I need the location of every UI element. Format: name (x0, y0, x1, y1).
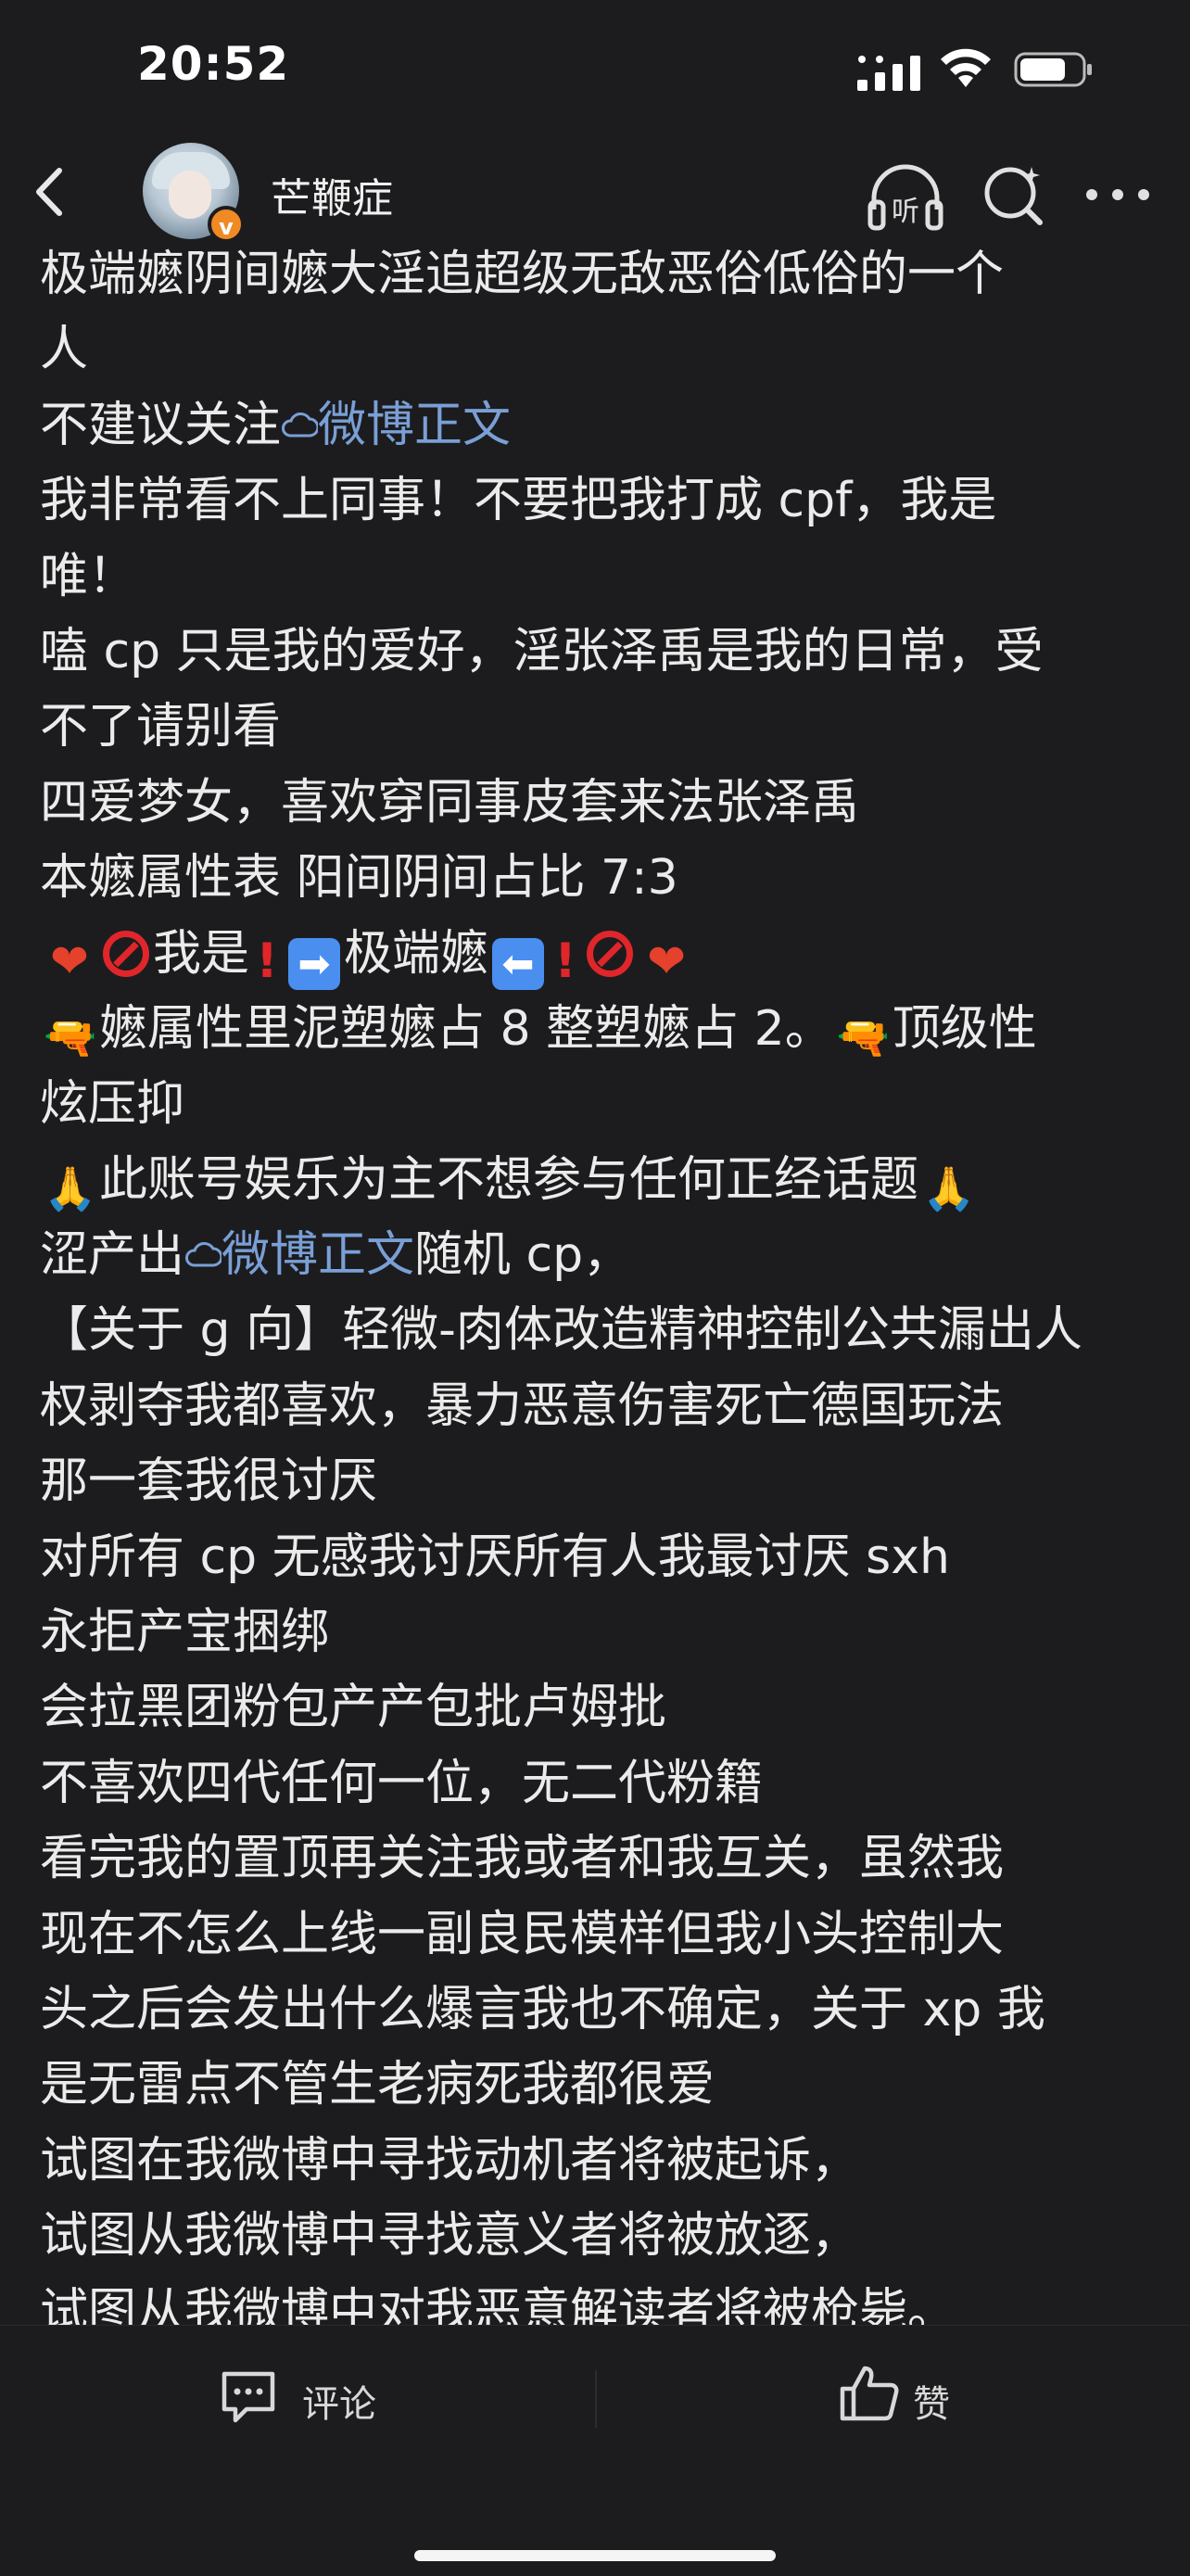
heart-on-fire-icon: ❤ (50, 933, 89, 988)
post-text: 随机 cp， (414, 1227, 632, 1284)
comment-bubble-icon (222, 2371, 275, 2423)
post-line: 是无雷点不管生老病死我都很爱 (40, 2057, 715, 2113)
post-text: 顶级性 (892, 1000, 1037, 1057)
post-line: 🔫嬷属性里泥塑嬷占 8 整塑嬷占 2。🔫顶级性 (40, 992, 1161, 1067)
status-bar: 20:52 (0, 0, 1190, 139)
exclamation-icon: ! (256, 933, 278, 989)
thumbs-up-icon (840, 2366, 899, 2421)
search-icon[interactable] (981, 161, 1047, 228)
exclamation-icon: ! (554, 933, 576, 989)
water-pistol-icon: 🔫 (836, 1011, 891, 1062)
post-line: 炫压抑 (40, 1076, 185, 1133)
cellular-signal-icon (857, 56, 920, 91)
post-text: 此账号娱乐为主不想参与任何正经话题 (99, 1151, 919, 1208)
status-time: 20:52 (137, 37, 290, 91)
weibo-article-link[interactable]: 微博正文 (184, 1227, 414, 1283)
post-line: 永拒产宝捆绑 (40, 1605, 330, 1661)
post-line: 【关于 g 向】轻微-肉体改造精神控制公共漏出人 (40, 1302, 1082, 1359)
battery-icon (1014, 52, 1092, 87)
post-line: 不了请别看 (40, 699, 282, 755)
wifi-icon (941, 48, 991, 87)
post-line: 现在不怎么上线一副良民模样但我小头控制大 (40, 1906, 1005, 1962)
post-line: 嗑 cp 只是我的爱好，淫张泽禹是我的日常，受 (40, 623, 1044, 679)
water-pistol-icon: 🔫 (44, 1011, 97, 1062)
post-line: ❤ 我是! ➡ 极端嬷 ⬅! ❤ (40, 917, 1161, 992)
post-line: 头之后会发出什么爆言我也不确定，关于 xp 我 (40, 1981, 1045, 2037)
home-indicator[interactable] (414, 2550, 776, 2561)
weibo-article-link-label: 微博正文 (318, 397, 512, 453)
post-line: 试图从我微博中寻找意义者将被放逐， (40, 2208, 860, 2265)
top-nav-bar: v 芒鞭症 听 (0, 139, 1190, 250)
post-line: 对所有 cp 无感我讨厌所有人我最讨厌 sxh (40, 1529, 951, 1585)
username[interactable]: 芒鞭症 (271, 165, 393, 224)
post-text: 嬷属性里泥塑嬷占 8 整塑嬷占 2。 (99, 1000, 833, 1057)
weibo-article-link[interactable]: 微博正文 (281, 398, 511, 453)
like-label: 赞 (913, 2383, 950, 2426)
listen-label: 听 (892, 196, 919, 228)
praying-hands-icon: 🙏 (44, 1162, 97, 1213)
post-line: 🙏此账号娱乐为主不想参与任何正经话题🙏 (40, 1143, 1161, 1218)
divider (595, 2370, 597, 2428)
headphones-listen-icon[interactable]: 听 (867, 161, 944, 232)
post-line: 看完我的置顶再关注我或者和我互关，虽然我 (40, 1831, 1005, 1887)
post-text: 我是 (153, 925, 250, 982)
post-text: 不建议关注 (40, 397, 282, 453)
bottom-action-bar: 评论 赞 (0, 2325, 1190, 2576)
post-line: 人 (40, 322, 89, 378)
no-entry-icon (103, 930, 149, 977)
post-line: 不建议关注 微博正文 (40, 388, 1161, 463)
post-text: 极端嬷 (344, 925, 489, 982)
weibo-cloud-icon (185, 1242, 222, 1267)
arrow-right-icon: ➡ (288, 937, 341, 990)
heart-on-fire-icon: ❤ (647, 933, 686, 988)
post-text: 涩产出 (40, 1227, 185, 1284)
post-line: 权剥夺我都喜欢，暴力恶意伤害死亡德国玩法 (40, 1377, 1005, 1434)
post-line: 试图在我微博中寻找动机者将被起诉， (40, 2132, 860, 2189)
more-dots-icon[interactable] (1082, 185, 1153, 204)
post-line: 那一套我很讨厌 (40, 1453, 378, 1510)
post-line: 涩产出 微博正文随机 cp， (40, 1218, 1161, 1293)
back-chevron-icon[interactable] (26, 159, 72, 224)
post-line: 不喜欢四代任何一位，无二代粉籍 (40, 1755, 764, 1811)
arrow-left-icon: ⬅ (492, 937, 545, 990)
post-line: 我非常看不上同事！不要把我打成 cpf，我是 (40, 473, 997, 529)
avatar-face (169, 171, 211, 219)
post-content: 极端嬷阴间嬷大淫追超级无敌恶俗低俗的一个 人 不建议关注 微博正文 我非常看不上同… (40, 237, 1161, 2350)
no-entry-icon (587, 930, 634, 977)
praying-hands-icon: 🙏 (922, 1162, 976, 1213)
post-line: 极端嬷阴间嬷大淫追超级无敌恶俗低俗的一个 (40, 247, 1005, 302)
weibo-cloud-icon (282, 412, 319, 438)
weibo-article-link-label: 微博正文 (222, 1227, 415, 1284)
post-line: 本嬷属性表 阳间阴间占比 7:3 (40, 850, 678, 907)
comment-label: 评论 (302, 2383, 376, 2426)
post-line: 四爱梦女，喜欢穿同事皮套来法张泽禹 (40, 774, 860, 831)
post-line: 会拉黑团粉包产产包批卢姆批 (40, 1680, 667, 1736)
post-line: 唯！ (40, 548, 137, 604)
